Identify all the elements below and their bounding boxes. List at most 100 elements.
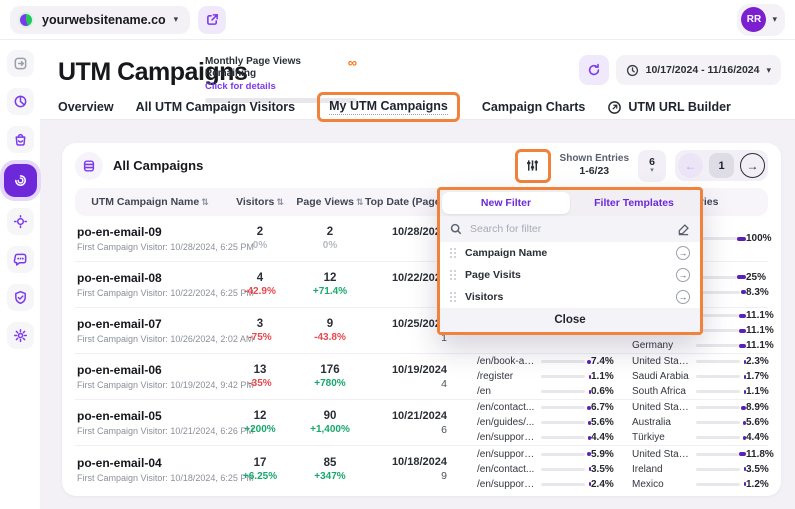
- sidebar: [0, 40, 40, 509]
- top-date: 10/21/2024: [365, 410, 447, 422]
- gear-icon: [13, 328, 28, 343]
- pie-chart-icon: [13, 94, 28, 109]
- campaign-name: po-en-email-05: [77, 409, 225, 423]
- sidebar-item-privacy[interactable]: [7, 284, 34, 311]
- percentage-bar: [541, 390, 585, 393]
- filter-sliders-icon: [525, 158, 540, 173]
- sidebar-item-settings[interactable]: [7, 322, 34, 349]
- page-views-value: 9: [295, 318, 365, 330]
- tab-new-filter[interactable]: New Filter: [442, 192, 570, 214]
- page-entry: /en/guides/...5.6%: [477, 417, 620, 428]
- page-entry: /en/support...4.4%: [477, 432, 620, 443]
- filter-item-page-visits[interactable]: Page Visits →: [440, 264, 700, 286]
- filter-item-visitors[interactable]: Visitors →: [440, 286, 700, 308]
- page-size-select[interactable]: 6 ▾: [638, 150, 666, 182]
- percentage-bar: [541, 436, 585, 439]
- campaign-first-visitor: First Campaign Visitor: 10/28/2024, 6:25…: [77, 242, 225, 252]
- percentage-bar: [696, 344, 740, 347]
- page-header: UTM Campaigns Monthly Page Views Remaini…: [40, 40, 795, 120]
- sidebar-item-store[interactable]: [7, 126, 34, 153]
- table-row[interactable]: po-en-email-04 First Campaign Visitor: 1…: [75, 446, 768, 492]
- percentage-bar: [541, 375, 585, 378]
- filter-popup-tabs: New Filter Filter Templates: [440, 190, 700, 216]
- sidebar-item-targeting[interactable]: [7, 208, 34, 235]
- date-range-picker[interactable]: 10/17/2024 - 11/16/2024 ▾: [616, 55, 781, 85]
- apply-filter-arrow-icon[interactable]: →: [676, 290, 690, 304]
- shopping-bag-icon: [13, 132, 28, 147]
- visitors-change: -75%: [225, 332, 295, 343]
- visitors-value: 12: [225, 410, 295, 422]
- clear-eraser-icon[interactable]: [677, 223, 690, 236]
- percentage-bar: [541, 421, 585, 424]
- top-date-views: 1: [365, 332, 447, 344]
- campaign-name: po-en-email-09: [77, 225, 225, 239]
- top-date: 10/18/2024: [365, 456, 447, 468]
- refresh-button[interactable]: [579, 55, 609, 85]
- column-header-visitors[interactable]: Visitors⇅: [225, 196, 295, 208]
- page-views-value: 2: [295, 226, 365, 238]
- top-date-views: 4: [365, 378, 447, 390]
- campaign-name: po-en-email-07: [77, 317, 225, 331]
- filter-button[interactable]: ⌃: [515, 149, 551, 183]
- percentage-bar: [696, 468, 740, 471]
- sidebar-item-campaigns[interactable]: [4, 164, 37, 197]
- column-header-page-views[interactable]: Page Views⇅: [295, 196, 365, 208]
- tab-overview[interactable]: Overview: [58, 100, 114, 114]
- country-entry: United States11.8%: [632, 449, 768, 460]
- quota-details-link[interactable]: Click for details: [205, 81, 357, 92]
- card-title: All Campaigns: [113, 158, 203, 173]
- column-header-utm-campaign-name[interactable]: UTM Campaign Name⇅: [75, 196, 225, 208]
- page-entry: /en/support...5.9%: [477, 449, 620, 460]
- open-website-button[interactable]: [198, 6, 226, 34]
- apply-filter-arrow-icon[interactable]: →: [676, 246, 690, 260]
- filter-item-campaign-name[interactable]: Campaign Name →: [440, 242, 700, 264]
- drag-handle-icon[interactable]: [450, 270, 456, 280]
- tab-utm-url-builder[interactable]: UTM URL Builder: [607, 100, 731, 115]
- tab-all-utm-campaign-visitors[interactable]: All UTM Campaign Visitors: [136, 100, 296, 114]
- top-pages-list: /en/book-a-...7.4%/register1.1%/en0.6%: [465, 356, 620, 397]
- percentage-bar: [541, 453, 585, 456]
- sidebar-item-analytics[interactable]: [7, 88, 34, 115]
- tab-campaign-charts[interactable]: Campaign Charts: [482, 100, 586, 114]
- tab-my-utm-campaigns[interactable]: My UTM Campaigns: [317, 92, 460, 122]
- visitors-change: -42.9%: [225, 286, 295, 297]
- top-date: 10/28/2024: [365, 226, 447, 238]
- filter-search[interactable]: Search for filter: [440, 216, 700, 242]
- table-row[interactable]: po-en-email-06 First Campaign Visitor: 1…: [75, 354, 768, 400]
- sidebar-item-collapse[interactable]: [7, 50, 34, 77]
- tab-bar: Overview All UTM Campaign Visitors My UT…: [58, 93, 731, 121]
- website-selector[interactable]: yourwebsitename.co ▾: [10, 6, 190, 34]
- close-button[interactable]: Close: [440, 308, 700, 332]
- apply-filter-arrow-icon[interactable]: →: [676, 268, 690, 282]
- visitors-change: +200%: [225, 424, 295, 435]
- current-page[interactable]: 1: [709, 153, 734, 178]
- campaign-name: po-en-email-08: [77, 271, 225, 285]
- campaign-first-visitor: First Campaign Visitor: 10/18/2024, 6:25…: [77, 473, 225, 483]
- country-entry: Mexico1.2%: [632, 479, 768, 490]
- external-link-icon: [206, 13, 219, 26]
- top-pages-list: /en/contact...6.7%/en/guides/...5.6%/en/…: [465, 402, 620, 443]
- drag-handle-icon[interactable]: [450, 248, 456, 258]
- next-page-button[interactable]: →: [740, 153, 765, 178]
- user-menu[interactable]: RR ▾: [737, 4, 785, 36]
- prev-page-button[interactable]: ←: [678, 153, 703, 178]
- shown-entries: Shown Entries 1-6/23: [560, 153, 629, 179]
- tab-filter-templates[interactable]: Filter Templates: [570, 192, 698, 214]
- sidebar-item-chat[interactable]: [7, 246, 34, 273]
- top-date-views: 2: [365, 240, 447, 252]
- percentage-bar: [696, 406, 740, 409]
- table-row[interactable]: po-en-email-05 First Campaign Visitor: 1…: [75, 400, 768, 446]
- chevron-down-icon: ▾: [174, 14, 179, 25]
- target-icon: [13, 214, 28, 229]
- link-icon: [607, 100, 622, 115]
- sort-icon: ⇅: [356, 197, 364, 207]
- campaign-first-visitor: First Campaign Visitor: 10/21/2024, 6:26…: [77, 426, 225, 436]
- country-entry: Ireland3.5%: [632, 464, 768, 475]
- drag-handle-icon[interactable]: [450, 292, 456, 302]
- visitors-value: 3: [225, 318, 295, 330]
- chevron-down-icon: ▾: [766, 65, 771, 76]
- clock-icon: [626, 64, 639, 77]
- top-date-views: 9: [365, 470, 447, 482]
- chevron-down-icon: ▾: [772, 14, 777, 25]
- avatar: RR: [741, 7, 766, 32]
